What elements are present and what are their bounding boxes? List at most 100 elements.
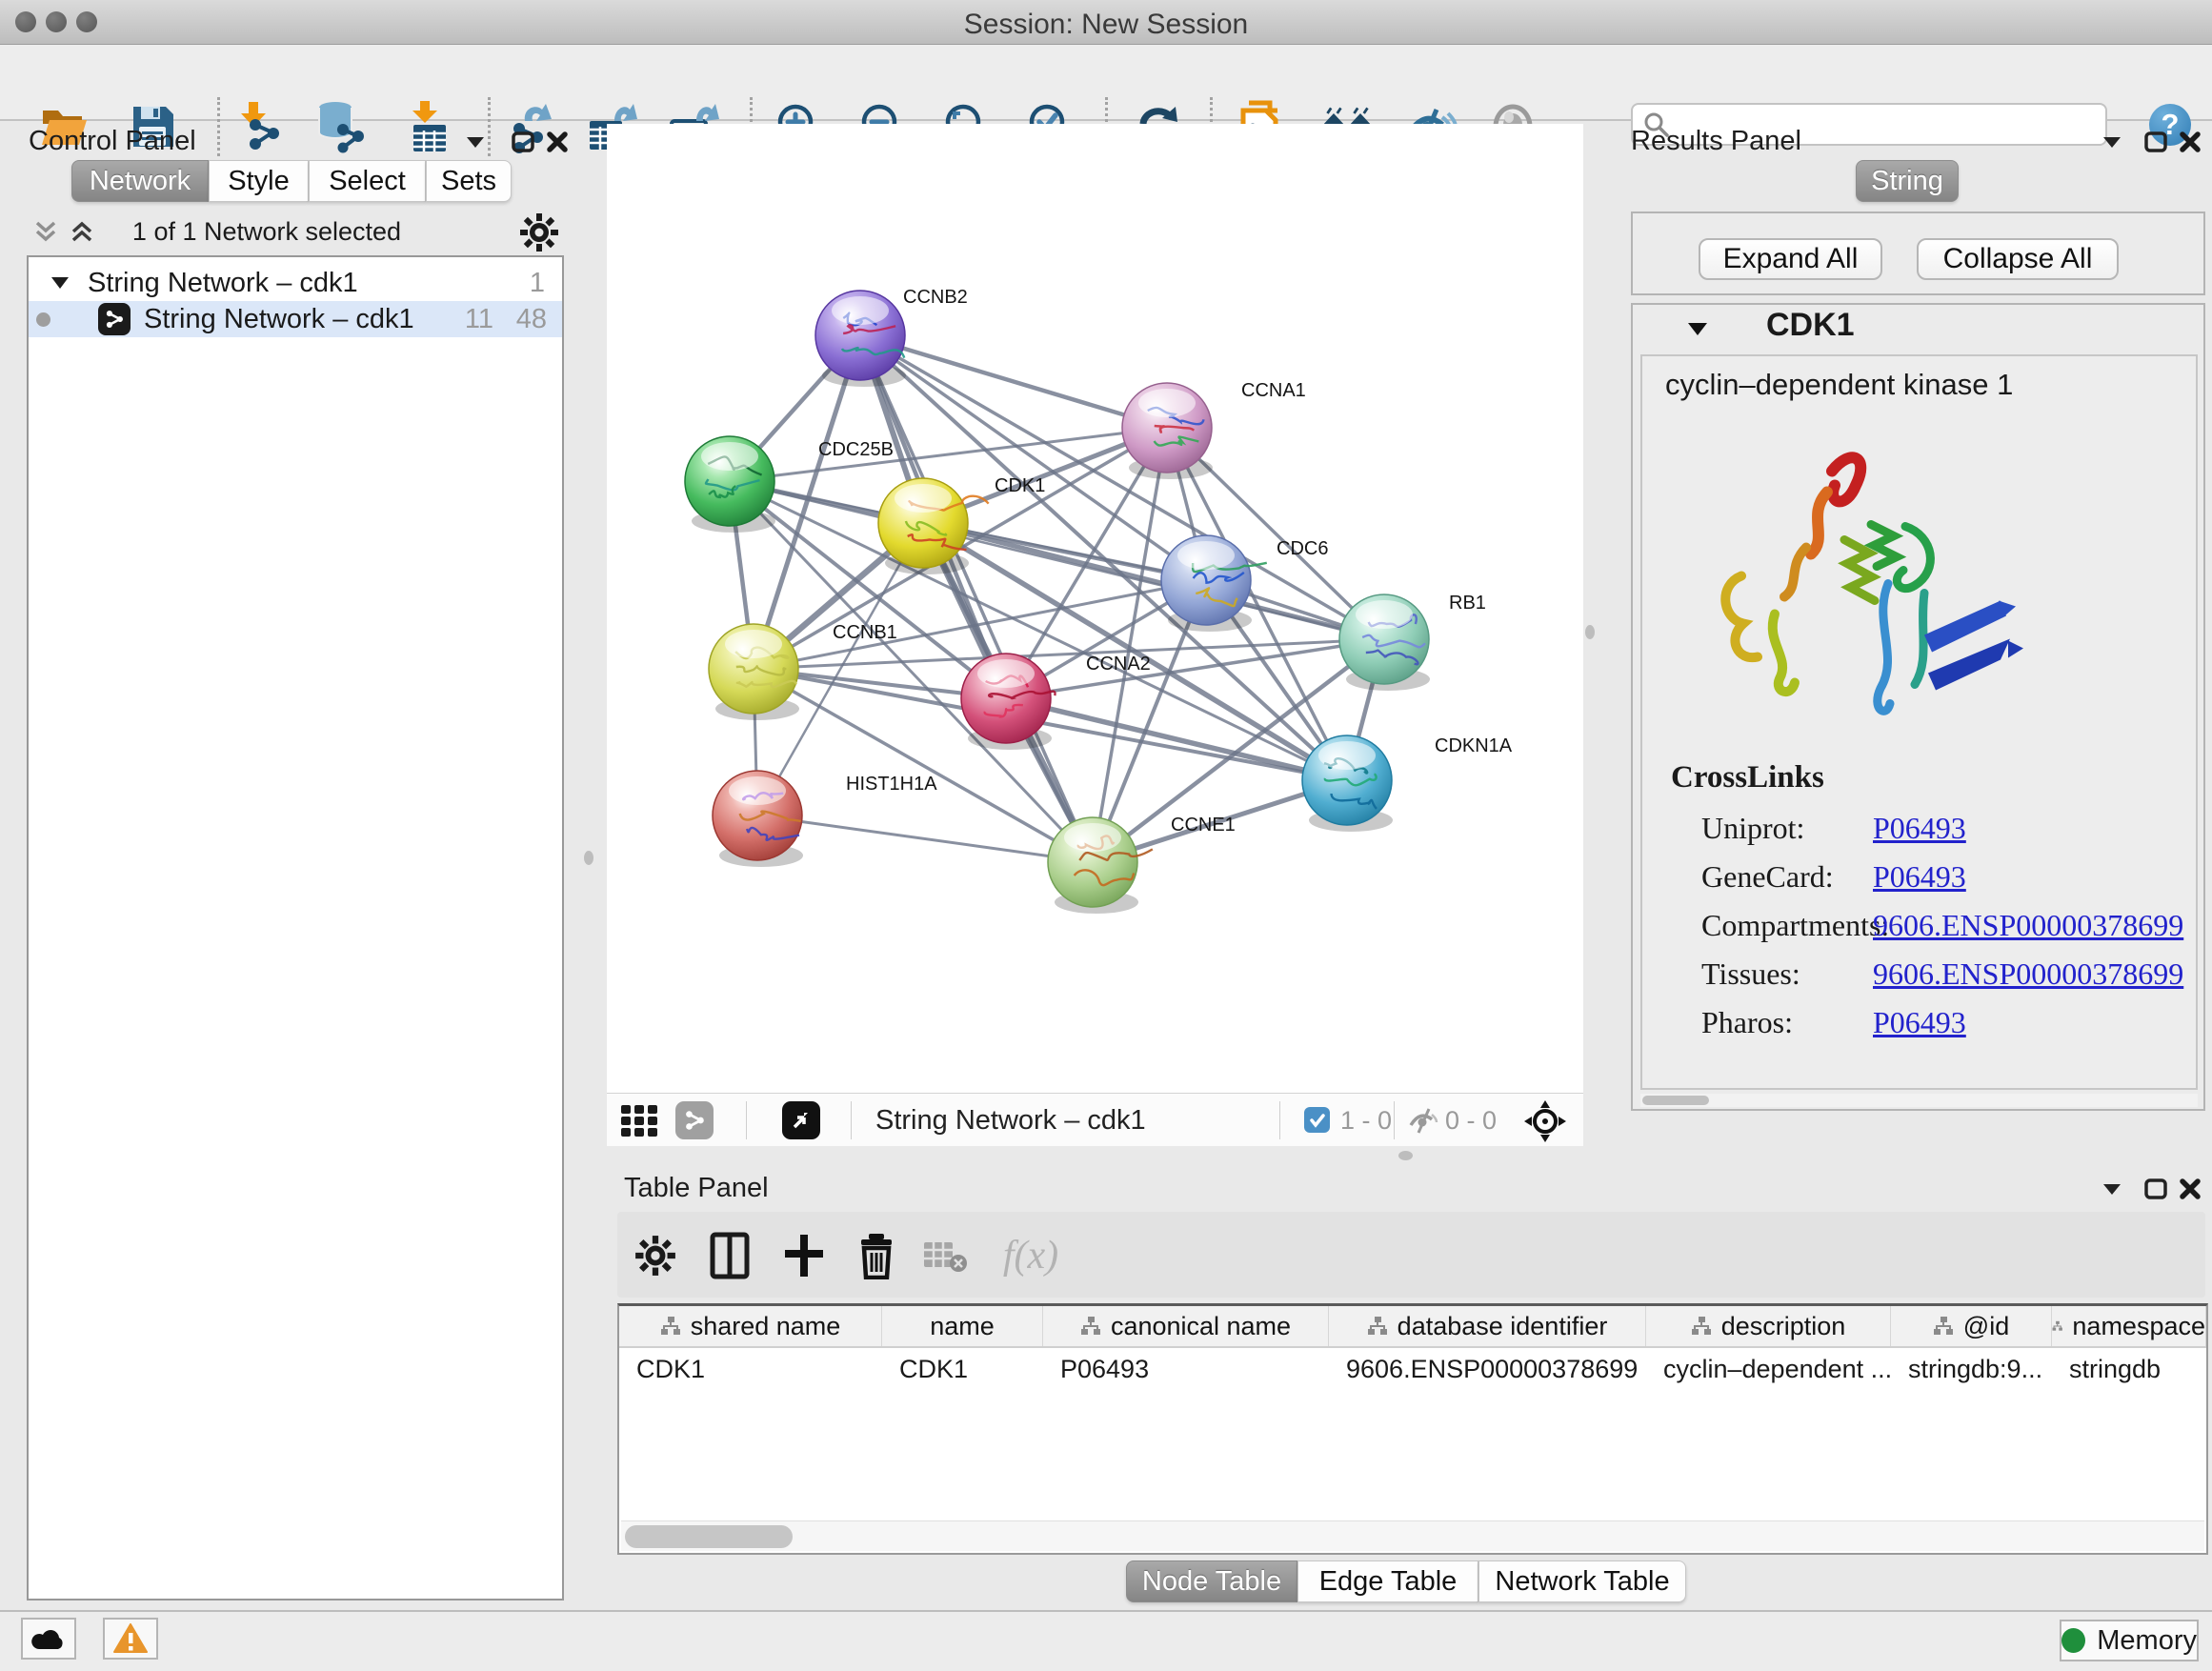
column-header-namespace[interactable]: namespace <box>2052 1306 2206 1346</box>
node-CDKN1A[interactable] <box>1302 735 1393 832</box>
tab-network-table[interactable]: Network Table <box>1478 1560 1686 1602</box>
string-view-icon[interactable] <box>675 1101 714 1139</box>
delete-table-icon[interactable] <box>918 1229 972 1282</box>
table-cell[interactable]: 9606.ENSP00000378699 <box>1329 1348 1646 1390</box>
table-cell[interactable]: CDK1 <box>619 1348 882 1390</box>
birds-eye-view-icon[interactable] <box>782 1101 820 1139</box>
main-toolbar: ? <box>0 45 2212 121</box>
tree-expand-icon[interactable] <box>50 273 70 292</box>
import-database-icon[interactable] <box>312 98 366 155</box>
crosslink-link[interactable]: P06493 <box>1873 811 1966 846</box>
protein-structure-image <box>1684 431 2041 735</box>
results-panel-collapse-icon[interactable] <box>2100 130 2128 154</box>
column-header-database-identifier[interactable]: database identifier <box>1329 1306 1646 1346</box>
collapse-all-networks-icon[interactable] <box>32 217 59 246</box>
tab-select[interactable]: Select <box>309 160 426 202</box>
delete-column-trash-icon[interactable] <box>850 1229 903 1282</box>
node-CCNB1[interactable] <box>709 624 799 720</box>
collapse-all-button[interactable]: Collapse All <box>1917 238 2119 280</box>
table-panel-float-icon[interactable] <box>2143 1177 2172 1201</box>
table-panel-close-icon[interactable] <box>2178 1177 2206 1201</box>
protein-detail-box: cyclin–dependent kinase 1 <box>1640 354 2198 1090</box>
network-options-gear-icon[interactable] <box>518 211 560 253</box>
table-panel-collapse-icon[interactable] <box>2100 1177 2128 1201</box>
node-CDC6[interactable] <box>1161 535 1267 632</box>
left-splitter-handle[interactable] <box>584 851 593 865</box>
function-builder-icon[interactable]: f(x) <box>985 1229 1076 1282</box>
results-hscrollbar[interactable] <box>1640 1094 2198 1107</box>
add-column-icon[interactable] <box>777 1229 831 1282</box>
column-header--id[interactable]: @id <box>1891 1306 2052 1346</box>
node-RB1[interactable] <box>1339 594 1430 691</box>
network-edge-count: 48 <box>516 304 547 335</box>
results-panel-float-icon[interactable] <box>2143 130 2172 154</box>
node-HIST1H1A[interactable] <box>713 771 803 867</box>
crosslink-link[interactable]: 9606.ENSP00000378699 <box>1873 908 2183 943</box>
tab-network[interactable]: Network <box>71 160 209 202</box>
table-cell[interactable]: cyclin–dependent ... <box>1646 1348 1891 1390</box>
expand-all-button[interactable]: Expand All <box>1699 238 1882 280</box>
node-CCNB2[interactable] <box>815 291 906 387</box>
table-cell[interactable]: CDK1 <box>882 1348 1043 1390</box>
column-header-description[interactable]: description <box>1646 1306 1891 1346</box>
table-row[interactable]: CDK1CDK1P064939606.ENSP00000378699cyclin… <box>619 1348 2206 1390</box>
tab-node-table[interactable]: Node Table <box>1126 1560 1297 1602</box>
node-label-CDC6: CDC6 <box>1277 538 1328 559</box>
control-panel-collapse-icon[interactable] <box>463 130 492 154</box>
crosslink-row: Uniprot:P06493 <box>1701 811 2196 846</box>
column-network-icon <box>1367 1316 1388 1337</box>
gear-icon[interactable] <box>629 1229 682 1282</box>
results-panel-close-icon[interactable] <box>2178 130 2206 154</box>
expand-all-networks-icon[interactable] <box>69 217 95 246</box>
warning-button[interactable] <box>103 1618 158 1660</box>
network-collection-count: 1 <box>530 268 545 299</box>
table-cell[interactable]: stringdb:9... <box>1891 1348 2052 1390</box>
network-row[interactable]: String Network – cdk1 11 48 <box>29 301 562 337</box>
edge-HIST1H1A-CCNE1[interactable] <box>757 815 1093 862</box>
node-CDC25B[interactable] <box>685 436 775 533</box>
table-hscrollbar[interactable] <box>621 1520 2204 1551</box>
network-collection-row[interactable]: String Network – cdk1 1 <box>29 265 562 301</box>
cloud-button[interactable] <box>21 1618 76 1660</box>
cloud-icon <box>30 1626 67 1651</box>
node-CDK1[interactable] <box>878 478 989 574</box>
scrollbar-thumb[interactable] <box>625 1525 793 1548</box>
crosslink-label: Pharos: <box>1701 1005 1873 1040</box>
node-label-CDK1: CDK1 <box>995 475 1045 496</box>
table-cell[interactable]: P06493 <box>1043 1348 1329 1390</box>
column-header-canonical-name[interactable]: canonical name <box>1043 1306 1329 1346</box>
results-actions-box: Expand All Collapse All <box>1631 211 2205 295</box>
fit-selected-crosshair-icon[interactable] <box>1523 1099 1567 1143</box>
horizontal-splitter-handle[interactable] <box>1398 1151 1413 1160</box>
memory-button[interactable]: Memory <box>2060 1620 2199 1661</box>
control-panel-float-icon[interactable] <box>511 130 539 154</box>
import-network-icon[interactable] <box>232 98 286 155</box>
tab-edge-table[interactable]: Edge Table <box>1297 1560 1478 1602</box>
protein-collapse-icon[interactable] <box>1686 318 1709 339</box>
node-CCNA1[interactable] <box>1122 383 1213 479</box>
column-header-shared-name[interactable]: shared name <box>619 1306 882 1346</box>
columns-icon[interactable] <box>703 1229 756 1282</box>
control-panel-close-icon[interactable] <box>545 130 573 154</box>
table-panel-title: Table Panel <box>624 1173 769 1204</box>
crosslink-link[interactable]: P06493 <box>1873 1005 1966 1040</box>
column-header-name[interactable]: name <box>882 1306 1043 1346</box>
crosslink-link[interactable]: P06493 <box>1873 859 1966 895</box>
table-cell[interactable]: stringdb <box>2052 1348 2206 1390</box>
import-table-icon[interactable] <box>402 98 455 155</box>
tab-style[interactable]: Style <box>209 160 309 202</box>
grid-view-icon[interactable] <box>620 1103 658 1139</box>
crosslink-link[interactable]: 9606.ENSP00000378699 <box>1873 956 2183 992</box>
tab-sets[interactable]: Sets <box>426 160 512 202</box>
tab-string-results[interactable]: String <box>1856 160 1959 202</box>
network-canvas[interactable]: CCNB2CCNA1CDC25BCDK1CDC6RB1CCNB1CCNA2CDK… <box>607 124 1583 1093</box>
crosslink-label: GeneCard: <box>1701 859 1873 895</box>
node-CCNE1[interactable] <box>1048 817 1153 914</box>
crosslink-row: GeneCard:P06493 <box>1701 859 2196 895</box>
right-splitter-handle[interactable] <box>1585 625 1595 639</box>
separator <box>1394 1101 1395 1139</box>
crosslinks-heading: CrossLinks <box>1671 760 2196 795</box>
node-CCNA2[interactable] <box>961 654 1056 750</box>
selected-checkbox-icon[interactable] <box>1304 1107 1330 1133</box>
edge-CCNB2-CCNA1[interactable] <box>860 335 1167 428</box>
